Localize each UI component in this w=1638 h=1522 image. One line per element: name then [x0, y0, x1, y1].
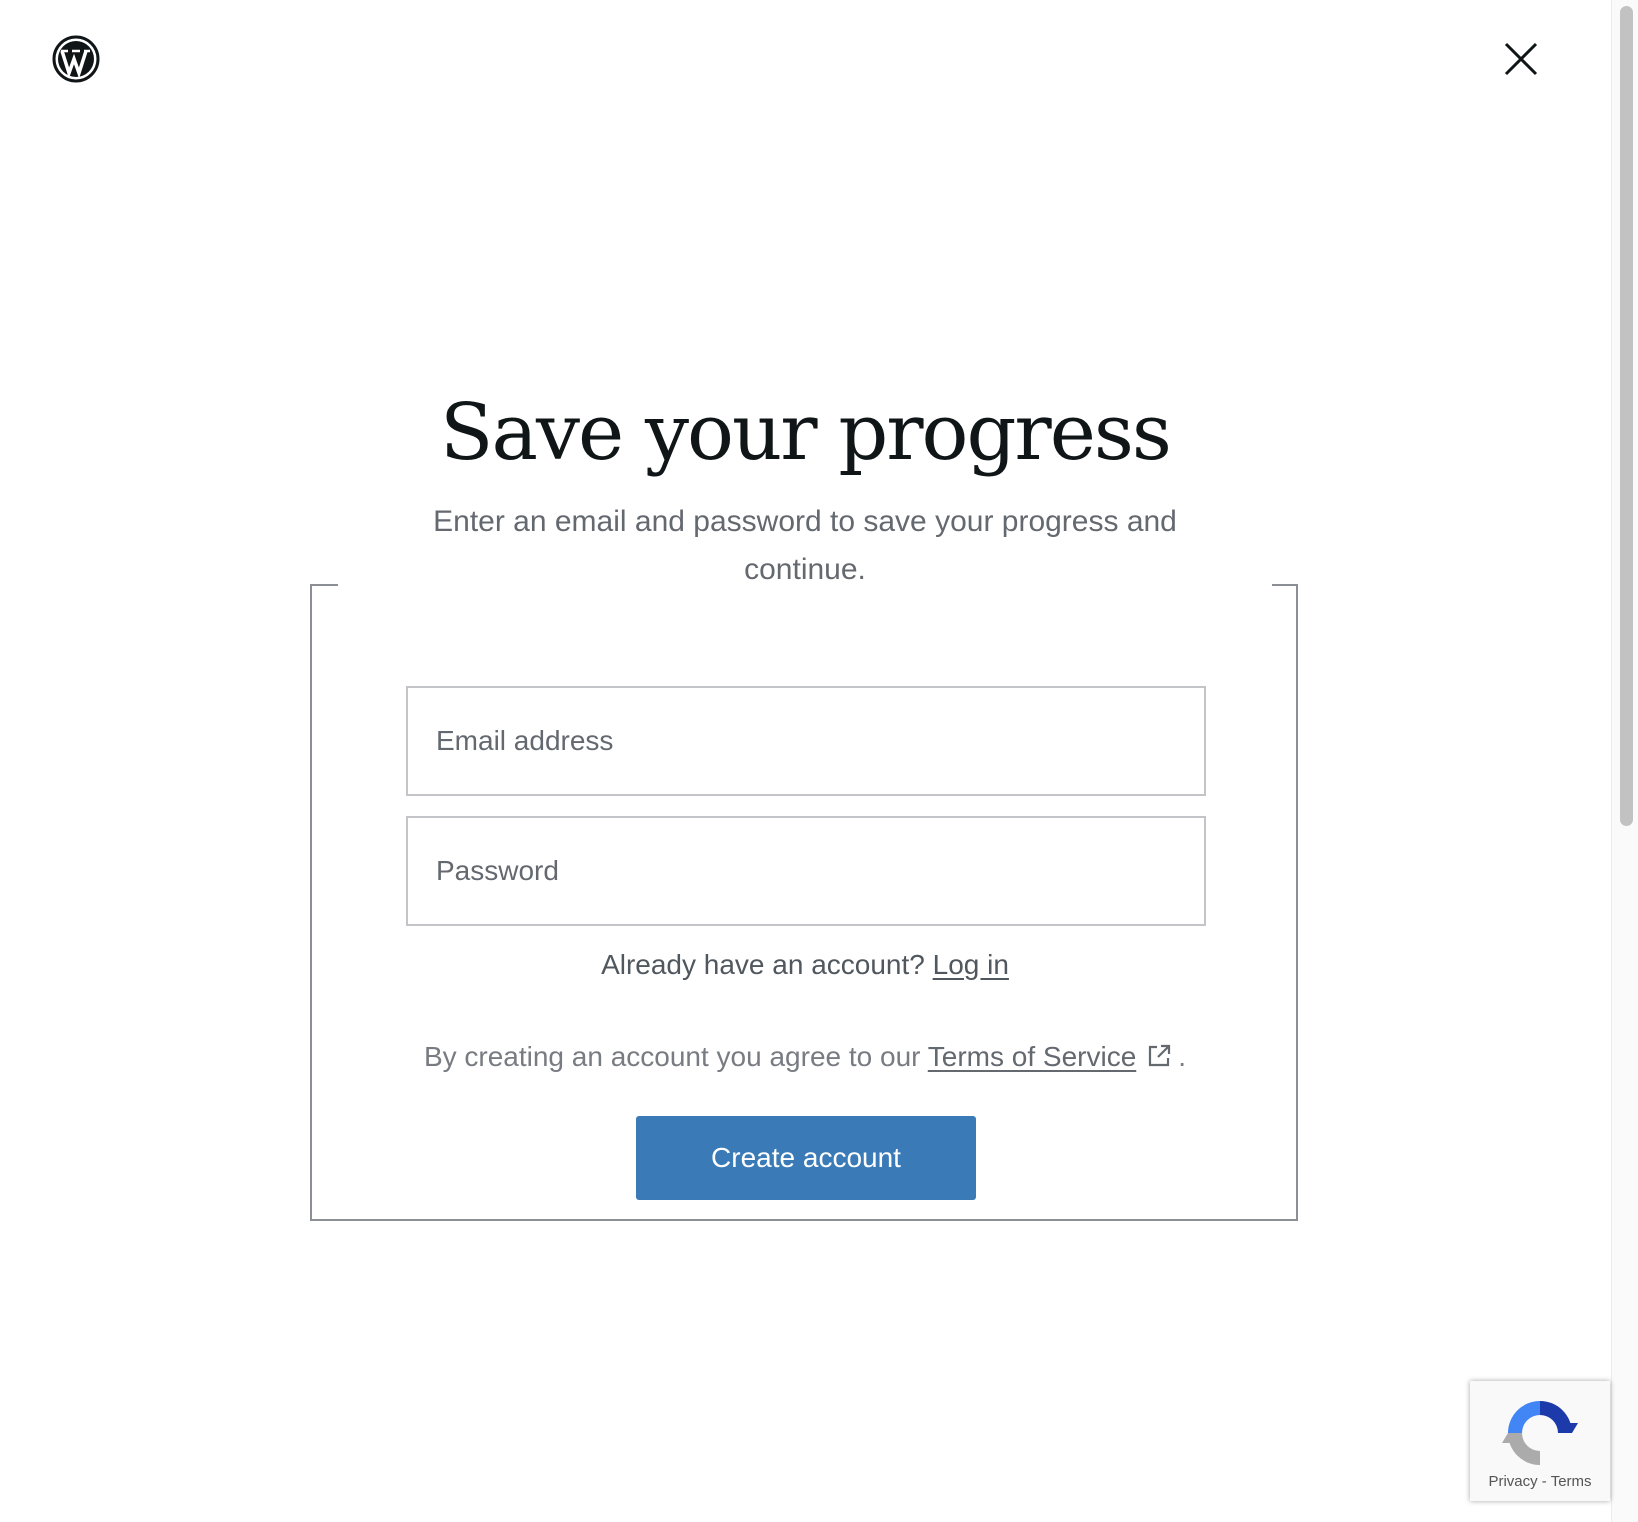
page-title: Save your progress — [440, 388, 1172, 478]
external-link-icon — [1149, 1044, 1171, 1066]
wordpress-logo-icon[interactable] — [52, 35, 100, 83]
card-corner-left — [310, 584, 338, 586]
page-subtitle: Enter an email and password to save your… — [433, 505, 1177, 586]
recaptcha-separator: - — [1541, 1473, 1547, 1490]
tos-suffix: . — [1178, 1041, 1187, 1072]
close-button[interactable] — [1500, 38, 1542, 80]
login-link[interactable]: Log in — [933, 949, 1009, 980]
vertical-scrollbar[interactable] — [1611, 0, 1638, 1522]
login-prompt: Already have an account? Log in — [0, 945, 1610, 985]
terms-of-service-link[interactable]: Terms of Service — [928, 1041, 1137, 1072]
tos-prefix: By creating an account you agree to our — [423, 1041, 921, 1072]
recaptcha-badge[interactable]: Privacy - Terms — [1470, 1381, 1610, 1501]
recaptcha-terms-link[interactable]: Terms — [1551, 1473, 1592, 1490]
recaptcha-privacy-link[interactable]: Privacy — [1488, 1473, 1537, 1490]
email-field[interactable] — [406, 686, 1206, 796]
close-icon — [1504, 42, 1538, 76]
recaptcha-links: Privacy - Terms — [1470, 1473, 1610, 1490]
scrollbar-thumb[interactable] — [1620, 6, 1633, 826]
create-account-button[interactable]: Create account — [636, 1116, 976, 1200]
tos-notice: By creating an account you agree to our … — [0, 1037, 1610, 1077]
password-field[interactable] — [406, 816, 1206, 926]
card-corner-right — [1272, 584, 1298, 586]
login-prompt-text: Already have an account? — [601, 949, 925, 980]
recaptcha-icon — [1502, 1401, 1578, 1465]
signup-page: Save your progress Enter an email and pa… — [0, 0, 1638, 1522]
